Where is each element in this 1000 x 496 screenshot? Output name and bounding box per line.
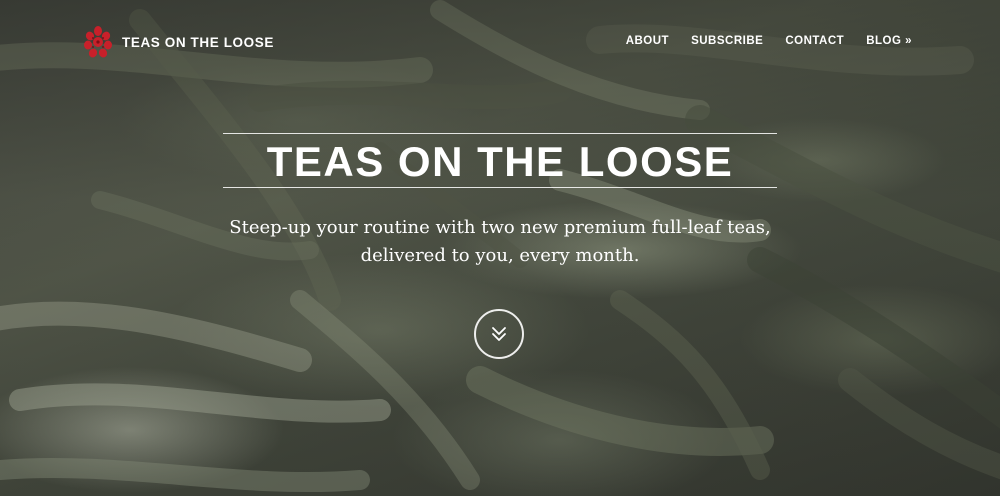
nav-link-about[interactable]: ABOUT [626,35,669,47]
nav-link-contact[interactable]: CONTACT [785,35,844,47]
main-nav: ABOUT SUBSCRIBE CONTACT BLOG » [626,35,912,47]
tagline-line-1: Steep-up your routine with two new premi… [229,217,771,238]
nav-link-subscribe[interactable]: SUBSCRIBE [691,35,763,47]
brand-name: TEAS ON THE LOOSE [122,34,274,50]
red-leaf-cluster-icon [84,26,112,58]
headline-divider-top [223,133,777,134]
scroll-down-button[interactable] [474,309,524,359]
hero-section: TEAS ON THE LOOSE ABOUT SUBSCRIBE CONTAC… [0,0,1000,496]
nav-link-blog[interactable]: BLOG » [866,35,912,47]
hero-tagline: Steep-up your routine with two new premi… [0,214,1000,270]
double-chevron-down-icon [492,327,506,341]
headline-divider-bottom [223,187,777,188]
tagline-line-2: delivered to you, every month. [360,245,640,266]
brand-logo-link[interactable]: TEAS ON THE LOOSE [80,24,274,60]
hero-headline: TEAS ON THE LOOSE [266,138,734,185]
